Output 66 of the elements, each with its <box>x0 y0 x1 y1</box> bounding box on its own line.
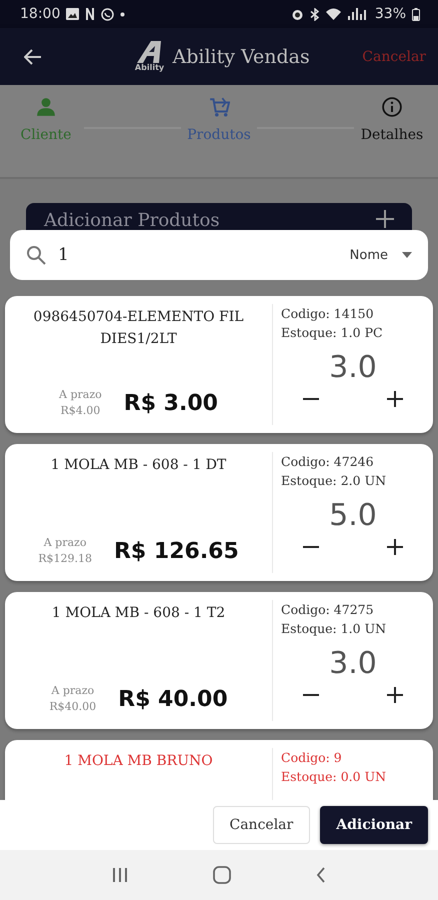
n-icon <box>85 8 96 20</box>
minus-icon <box>303 398 319 400</box>
product-price: R$ 40.00 <box>118 686 228 712</box>
term-label: A prazo <box>59 387 102 403</box>
product-name: 1 MOLA MB - 608 - 1 T2 <box>50 604 226 623</box>
plus-icon <box>387 539 403 555</box>
term-price: R$40.00 <box>49 699 96 715</box>
term-label: A prazo <box>44 535 86 551</box>
filter-dropdown[interactable]: Nome <box>350 248 412 262</box>
bluetooth-icon <box>310 8 320 20</box>
product-card[interactable]: 1 MOLA MB BRUNO Codigo: 9 Estoque: 0.0 UN <box>5 740 433 800</box>
increase-button[interactable] <box>387 537 403 557</box>
home-icon[interactable] <box>212 866 231 884</box>
product-card[interactable]: 1 MOLA MB - 608 - 1 DT A prazo R$129.18 R$ 126.65 Codigo: 47246 Estoque: 2.0 UN 5.0 <box>5 444 433 581</box>
quantity-value: 3.0 <box>328 350 378 386</box>
search-icon <box>26 245 46 265</box>
product-name: 0986450704-ELEMENTO FIL DIES1/2LT <box>32 308 245 349</box>
app-title: Ability Vendas <box>172 46 310 68</box>
product-name: 1 MOLA MB - 608 - 1 DT <box>50 456 228 475</box>
product-code: Codigo: 47246 <box>281 453 375 471</box>
product-price: R$ 3.00 <box>124 390 218 416</box>
plus-icon <box>387 687 403 703</box>
plus-icon <box>376 210 394 228</box>
stock-label: Estoque: 1.0 UN <box>281 620 388 638</box>
recent-apps-icon[interactable] <box>112 867 128 883</box>
stock-label: Estoque: 0.0 UN <box>281 768 388 786</box>
person-icon <box>35 97 57 117</box>
logo-text: Ability <box>134 63 164 72</box>
battery-icon <box>412 8 420 20</box>
caret-icon <box>402 252 412 258</box>
chat-icon <box>101 8 114 20</box>
stock-label: Estoque: 2.0 UN <box>281 472 388 490</box>
increase-button[interactable] <box>387 389 403 409</box>
product-code: Codigo: 9 <box>281 749 343 767</box>
plus-icon <box>387 391 403 407</box>
minus-icon <box>303 546 319 548</box>
product-code: Codigo: 47275 <box>281 601 375 619</box>
term-price: R$129.18 <box>38 551 92 567</box>
quantity-value: 5.0 <box>328 498 378 534</box>
clock-time: 18:00 <box>20 6 60 22</box>
product-code: Codigo: 14150 <box>281 305 375 323</box>
stock-label: Estoque: 1.0 PC <box>281 324 384 342</box>
term-price: R$4.00 <box>60 403 100 419</box>
back-icon[interactable] <box>316 867 326 883</box>
term-label: A prazo <box>51 683 94 699</box>
alarm-icon <box>290 8 304 20</box>
add-button[interactable]: Adicionar <box>320 806 428 844</box>
back-arrow-icon <box>24 48 42 64</box>
quantity-value: 3.0 <box>328 646 378 682</box>
cancel-button[interactable]: Cancelar <box>212 806 310 844</box>
wifi-icon <box>326 8 341 20</box>
product-name: 1 MOLA MB BRUNO <box>63 752 214 771</box>
product-card[interactable]: 0986450704-ELEMENTO FIL DIES1/2LT A prazo R$4.00 R$ 3.00 Codigo: 14150 Estoque: 1.0 PC 3.0 <box>5 296 433 433</box>
search-field[interactable]: 1 Nome <box>10 230 428 280</box>
dot-icon <box>120 12 126 16</box>
minus-icon <box>303 694 319 696</box>
product-price: R$ 126.65 <box>114 538 239 564</box>
increase-button[interactable] <box>387 685 403 705</box>
battery-percent: 33% <box>374 6 406 22</box>
section-title: Adicionar Produtos <box>44 210 220 231</box>
cart-icon <box>208 97 230 117</box>
info-icon <box>381 97 403 117</box>
signal-icon <box>346 8 369 20</box>
product-card[interactable]: 1 MOLA MB - 608 - 1 T2 A prazo R$40.00 R$ 40.00 Codigo: 47275 Estoque: 1.0 UN 3.0 <box>5 592 433 729</box>
step-tab[interactable]: Detalhes <box>354 97 430 143</box>
image-icon <box>66 8 80 20</box>
